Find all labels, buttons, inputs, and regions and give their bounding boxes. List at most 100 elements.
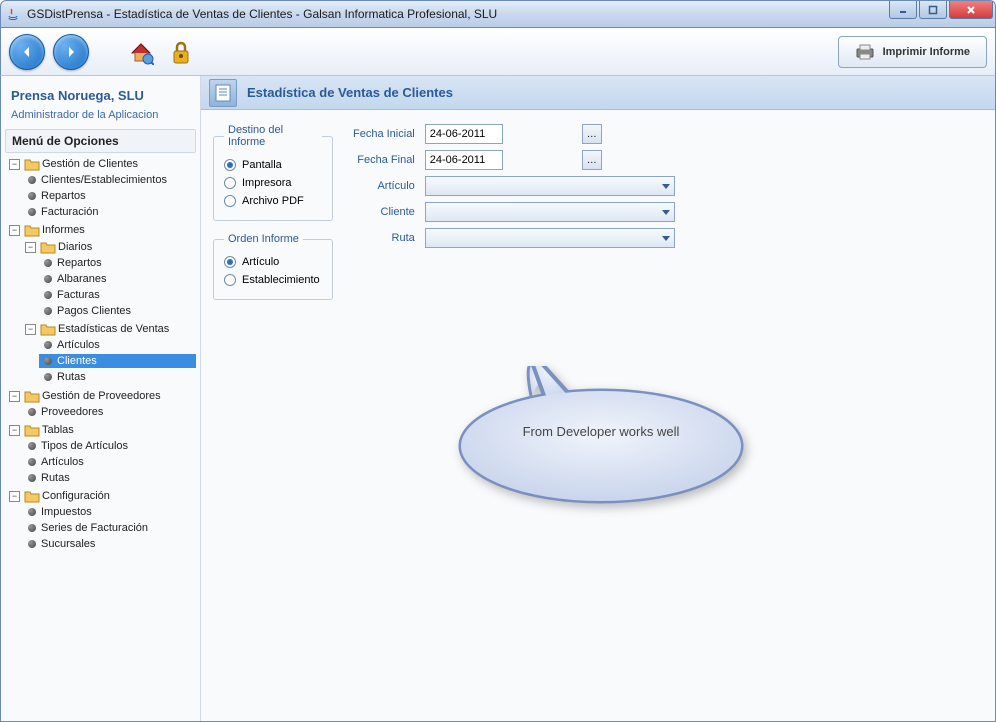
tree-node-tablas[interactable]: − Tablas: [7, 422, 196, 438]
radio-impresora[interactable]: Impresora: [224, 174, 322, 192]
bullet-icon: [28, 524, 36, 532]
print-report-button[interactable]: Imprimir Informe: [838, 36, 987, 68]
tree-node-diarios[interactable]: − Diarios: [23, 239, 196, 255]
radio-icon: [224, 177, 236, 189]
collapse-icon[interactable]: −: [9, 491, 20, 502]
tree-leaf-diarios-repartos[interactable]: Repartos: [39, 256, 196, 270]
tree-leaf-diarios-facturas[interactable]: Facturas: [39, 288, 196, 302]
radio-archivo-pdf[interactable]: Archivo PDF: [224, 192, 322, 210]
folder-icon: [24, 423, 40, 437]
annotation-callout: From Developer works well: [451, 366, 751, 506]
collapse-icon[interactable]: −: [9, 425, 20, 436]
articulo-combo[interactable]: [425, 176, 675, 196]
bullet-icon: [44, 275, 52, 283]
tree-node-estadisticas-ventas[interactable]: − Estadísticas de Ventas: [23, 321, 196, 337]
destino-informe-group: Destino del Informe Pantalla Impresora A…: [213, 124, 333, 221]
folder-icon: [40, 322, 56, 336]
articulo-label: Artículo: [353, 180, 419, 192]
content-header: Estadística de Ventas de Clientes: [201, 76, 995, 110]
annotation-text: From Developer works well: [451, 424, 751, 439]
collapse-icon[interactable]: −: [25, 324, 36, 335]
chevron-down-icon: [662, 210, 670, 215]
collapse-icon[interactable]: −: [9, 225, 20, 236]
bullet-icon: [28, 508, 36, 516]
close-button[interactable]: [949, 1, 993, 19]
content-pane: Estadística de Ventas de Clientes Destin…: [201, 76, 995, 721]
bullet-icon: [44, 307, 52, 315]
home-icon[interactable]: [125, 36, 157, 68]
folder-icon: [24, 157, 40, 171]
menu-header: Menú de Opciones: [5, 129, 196, 153]
folder-icon: [24, 389, 40, 403]
tree-leaf-tablas-rutas[interactable]: Rutas: [23, 471, 196, 485]
tree-leaf-sucursales[interactable]: Sucursales: [23, 537, 196, 551]
bullet-icon: [28, 176, 36, 184]
fecha-inicial-picker-button[interactable]: …: [582, 124, 602, 144]
tree-leaf-ev-rutas[interactable]: Rutas: [39, 370, 196, 384]
cliente-label: Cliente: [353, 206, 419, 218]
back-button[interactable]: [9, 34, 45, 70]
radio-articulo[interactable]: Artículo: [224, 253, 322, 271]
radio-icon: [224, 256, 236, 268]
tree-leaf-proveedores[interactable]: Proveedores: [23, 405, 196, 419]
tree-leaf-ev-articulos[interactable]: Artículos: [39, 338, 196, 352]
tree-leaf-facturacion[interactable]: Facturación: [23, 205, 196, 219]
folder-icon: [40, 240, 56, 254]
maximize-button[interactable]: [919, 1, 947, 19]
folder-icon: [24, 223, 40, 237]
tree-node-gestion-proveedores[interactable]: − Gestión de Proveedores: [7, 388, 196, 404]
company-name: Prensa Noruega, SLU: [5, 84, 196, 107]
printer-icon: [855, 44, 875, 60]
fecha-final-input[interactable]: [425, 150, 503, 170]
bullet-icon: [28, 208, 36, 216]
tree-node-gestion-clientes[interactable]: − Gestión de Clientes: [7, 156, 196, 172]
filters-grid: Fecha Inicial … Fecha Final … Artículo C…: [353, 124, 675, 248]
toolbar: Imprimir Informe: [0, 28, 996, 76]
bullet-icon: [28, 442, 36, 450]
tree-leaf-tablas-articulos[interactable]: Artículos: [23, 455, 196, 469]
tree-node-configuracion[interactable]: − Configuración: [7, 488, 196, 504]
radio-pantalla[interactable]: Pantalla: [224, 156, 322, 174]
tree-leaf-repartos[interactable]: Repartos: [23, 189, 196, 203]
radio-icon: [224, 195, 236, 207]
chevron-down-icon: [662, 236, 670, 241]
fecha-inicial-label: Fecha Inicial: [353, 128, 419, 140]
content-title: Estadística de Ventas de Clientes: [247, 85, 453, 100]
folder-icon: [24, 489, 40, 503]
window-title: GSDistPrensa - Estadística de Ventas de …: [27, 7, 497, 21]
bullet-icon: [44, 291, 52, 299]
bullet-icon: [44, 373, 52, 381]
forward-button[interactable]: [53, 34, 89, 70]
tree-leaf-clientes-establecimientos[interactable]: Clientes/Establecimientos: [23, 173, 196, 187]
collapse-icon[interactable]: −: [25, 242, 36, 253]
sidebar: Prensa Noruega, SLU Administrador de la …: [1, 76, 201, 721]
lock-icon[interactable]: [165, 36, 197, 68]
tree-leaf-impuestos[interactable]: Impuestos: [23, 505, 196, 519]
user-role: Administrador de la Aplicacion: [5, 107, 196, 129]
fecha-final-picker-button[interactable]: …: [582, 150, 602, 170]
collapse-icon[interactable]: −: [9, 159, 20, 170]
ruta-combo[interactable]: [425, 228, 675, 248]
radio-establecimiento[interactable]: Establecimiento: [224, 271, 322, 289]
tree-leaf-series-facturacion[interactable]: Series de Facturación: [23, 521, 196, 535]
fecha-inicial-input[interactable]: [425, 124, 503, 144]
tree-leaf-diarios-pagos[interactable]: Pagos Clientes: [39, 304, 196, 318]
tree-leaf-diarios-albaranes[interactable]: Albaranes: [39, 272, 196, 286]
report-icon: [209, 79, 237, 107]
cliente-combo[interactable]: [425, 202, 675, 222]
window-controls: [889, 1, 993, 19]
tree-node-informes[interactable]: − Informes: [7, 222, 196, 238]
ruta-label: Ruta: [353, 232, 419, 244]
java-icon: [5, 6, 21, 22]
bullet-icon: [28, 458, 36, 466]
tree-leaf-ev-clientes[interactable]: Clientes: [39, 354, 196, 368]
destino-legend: Destino del Informe: [224, 124, 322, 148]
bullet-icon: [28, 408, 36, 416]
print-report-label: Imprimir Informe: [883, 46, 970, 58]
collapse-icon[interactable]: −: [9, 391, 20, 402]
bullet-icon: [28, 474, 36, 482]
minimize-button[interactable]: [889, 1, 917, 19]
nav-tree: − Gestión de Clientes Clientes/Estableci…: [5, 155, 196, 553]
tree-leaf-tipos-articulos[interactable]: Tipos de Artículos: [23, 439, 196, 453]
bullet-icon: [44, 341, 52, 349]
